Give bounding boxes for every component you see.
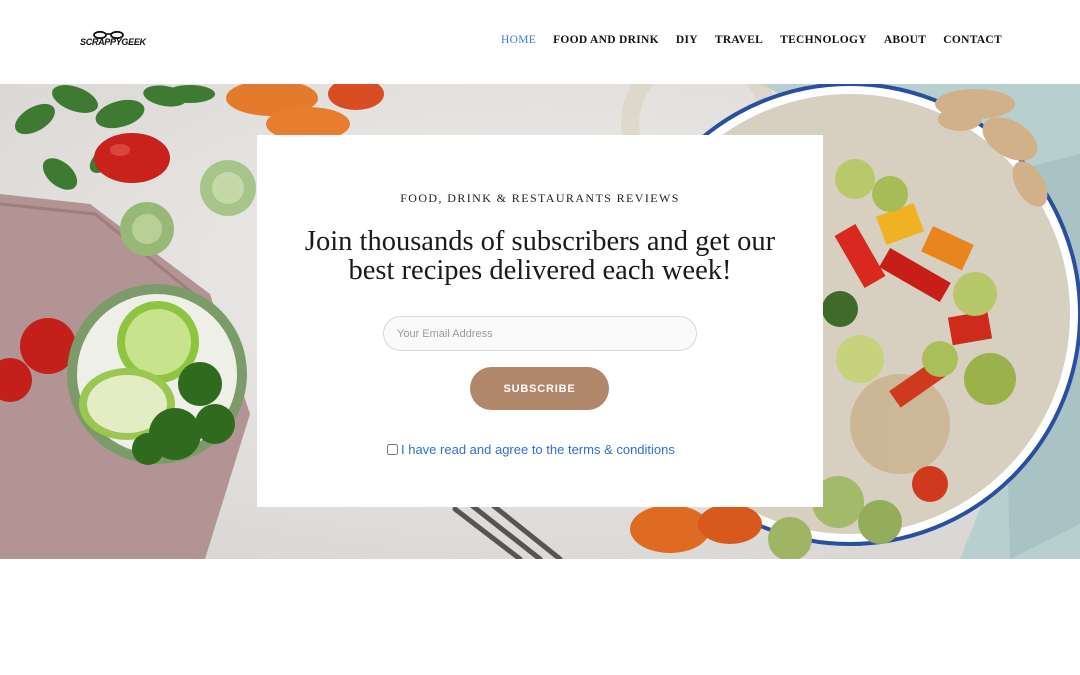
site-logo[interactable]: SCRAPPYGEEK	[80, 30, 146, 52]
nav-item-diy[interactable]: DIY	[676, 34, 698, 46]
main-nav: HOME FOOD AND DRINK DIY TRAVEL TECHNOLOG…	[501, 34, 1002, 46]
email-field[interactable]	[383, 316, 697, 351]
subscribe-button[interactable]: SUBSCRIBE	[470, 367, 609, 410]
nav-item-home[interactable]: HOME	[501, 34, 536, 46]
logo-text: SCRAPPYGEEK	[80, 37, 146, 47]
nav-item-travel[interactable]: TRAVEL	[715, 34, 763, 46]
signup-eyebrow: FOOD, DRINK & RESTAURANTS REVIEWS	[400, 191, 680, 205]
signup-headline: Join thousands of subscribers and get ou…	[304, 226, 776, 286]
nav-item-food-and-drink[interactable]: FOOD AND DRINK	[553, 34, 659, 46]
terms-checkbox[interactable]	[387, 444, 398, 455]
newsletter-signup-card: FOOD, DRINK & RESTAURANTS REVIEWS Join t…	[257, 135, 823, 507]
nav-item-contact[interactable]: CONTACT	[943, 34, 1002, 46]
nav-item-technology[interactable]: TECHNOLOGY	[780, 34, 867, 46]
terms-agreement: I have read and agree to the terms & con…	[387, 442, 675, 457]
site-header: SCRAPPYGEEK HOME FOOD AND DRINK DIY TRAV…	[0, 0, 1080, 84]
nav-item-about[interactable]: ABOUT	[884, 34, 926, 46]
terms-link[interactable]: I have read and agree to the terms & con…	[401, 442, 675, 457]
